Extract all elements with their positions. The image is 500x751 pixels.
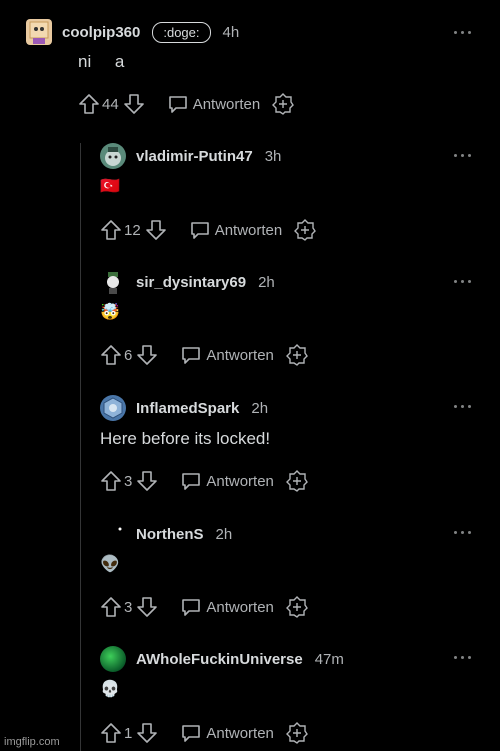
award-icon[interactable]	[272, 93, 295, 115]
user-flair: :doge:	[152, 21, 211, 43]
reply-icon	[190, 222, 209, 239]
timestamp: 2h	[258, 273, 275, 291]
comment-emoji: 💀	[100, 681, 120, 698]
reply-label: Antworten	[192, 95, 261, 113]
more-options-icon[interactable]	[454, 527, 474, 537]
thread-line	[80, 143, 81, 751]
more-options-icon[interactable]	[454, 652, 474, 662]
upvote-icon[interactable]	[100, 596, 122, 618]
upvote-icon[interactable]	[78, 93, 100, 115]
more-options-icon[interactable]	[454, 27, 474, 37]
upvote-icon[interactable]	[100, 219, 122, 241]
vote-count: 3	[124, 598, 133, 616]
avatar[interactable]	[100, 521, 126, 547]
reply-button[interactable]: Antworten	[180, 345, 274, 365]
reply-icon	[182, 347, 201, 364]
more-options-icon[interactable]	[454, 150, 474, 160]
award-icon[interactable]	[285, 722, 308, 744]
username[interactable]: vladimir-Putin47	[136, 148, 253, 165]
comment-emoji: 👽	[100, 556, 120, 573]
avatar[interactable]	[100, 269, 126, 295]
reply-button[interactable]: Antworten	[180, 471, 274, 491]
upvote-icon[interactable]	[100, 344, 122, 366]
username[interactable]: coolpip360	[62, 24, 140, 41]
timestamp: 4h	[222, 23, 240, 41]
more-options-icon[interactable]	[454, 276, 474, 286]
vote-count: 6	[124, 346, 133, 364]
timestamp: 47m	[314, 650, 344, 668]
watermark: imgflip.com	[4, 736, 60, 748]
reply-icon	[182, 473, 201, 490]
downvote-icon[interactable]	[136, 470, 158, 492]
reply-label: Antworten	[214, 221, 283, 239]
timestamp: 2h	[215, 525, 233, 543]
reply-button[interactable]: Antworten	[167, 94, 261, 114]
downvote-icon[interactable]	[136, 596, 158, 618]
avatar[interactable]	[26, 19, 52, 45]
avatar[interactable]	[100, 395, 126, 421]
reply-label: Antworten	[206, 346, 274, 364]
vote-count: 1	[124, 724, 133, 742]
reply-button[interactable]: Antworten	[189, 220, 283, 240]
comment-emoji: 🤯	[100, 304, 120, 321]
upvote-icon[interactable]	[100, 722, 122, 744]
comment-text: Here before its locked!	[100, 429, 271, 448]
reply-button[interactable]: Antworten	[180, 723, 274, 743]
downvote-icon[interactable]	[145, 219, 167, 241]
downvote-icon[interactable]	[136, 722, 158, 744]
award-icon[interactable]	[285, 596, 308, 618]
downvote-icon[interactable]	[123, 93, 145, 115]
timestamp: 3h	[264, 147, 282, 165]
downvote-icon[interactable]	[136, 344, 158, 366]
vote-count: 12	[124, 221, 141, 239]
reply-button[interactable]: Antworten	[180, 597, 274, 617]
timestamp: 2h	[251, 399, 269, 417]
vote-count: 44	[102, 95, 119, 113]
avatar[interactable]	[100, 646, 126, 672]
reply-label: Antworten	[206, 598, 274, 616]
reply-icon	[182, 599, 201, 616]
vote-count: 3	[124, 472, 133, 490]
comment-text: ni a	[78, 52, 125, 71]
reply-label: Antworten	[206, 724, 274, 742]
award-icon[interactable]	[285, 344, 308, 366]
comment-emoji: 🇹🇷	[100, 178, 120, 195]
username[interactable]: AWholeFuckinUniverse	[136, 651, 303, 668]
award-icon[interactable]	[294, 219, 317, 241]
avatar[interactable]	[100, 143, 126, 169]
username[interactable]: NorthenS	[136, 526, 204, 543]
reply-label: Antworten	[206, 472, 274, 490]
more-options-icon[interactable]	[454, 401, 474, 411]
username[interactable]: InflamedSpark	[136, 400, 239, 417]
upvote-icon[interactable]	[100, 470, 122, 492]
username[interactable]: sir_dysintary69	[136, 274, 246, 291]
reply-icon	[168, 96, 187, 113]
award-icon[interactable]	[285, 470, 308, 492]
reply-icon	[182, 725, 201, 742]
